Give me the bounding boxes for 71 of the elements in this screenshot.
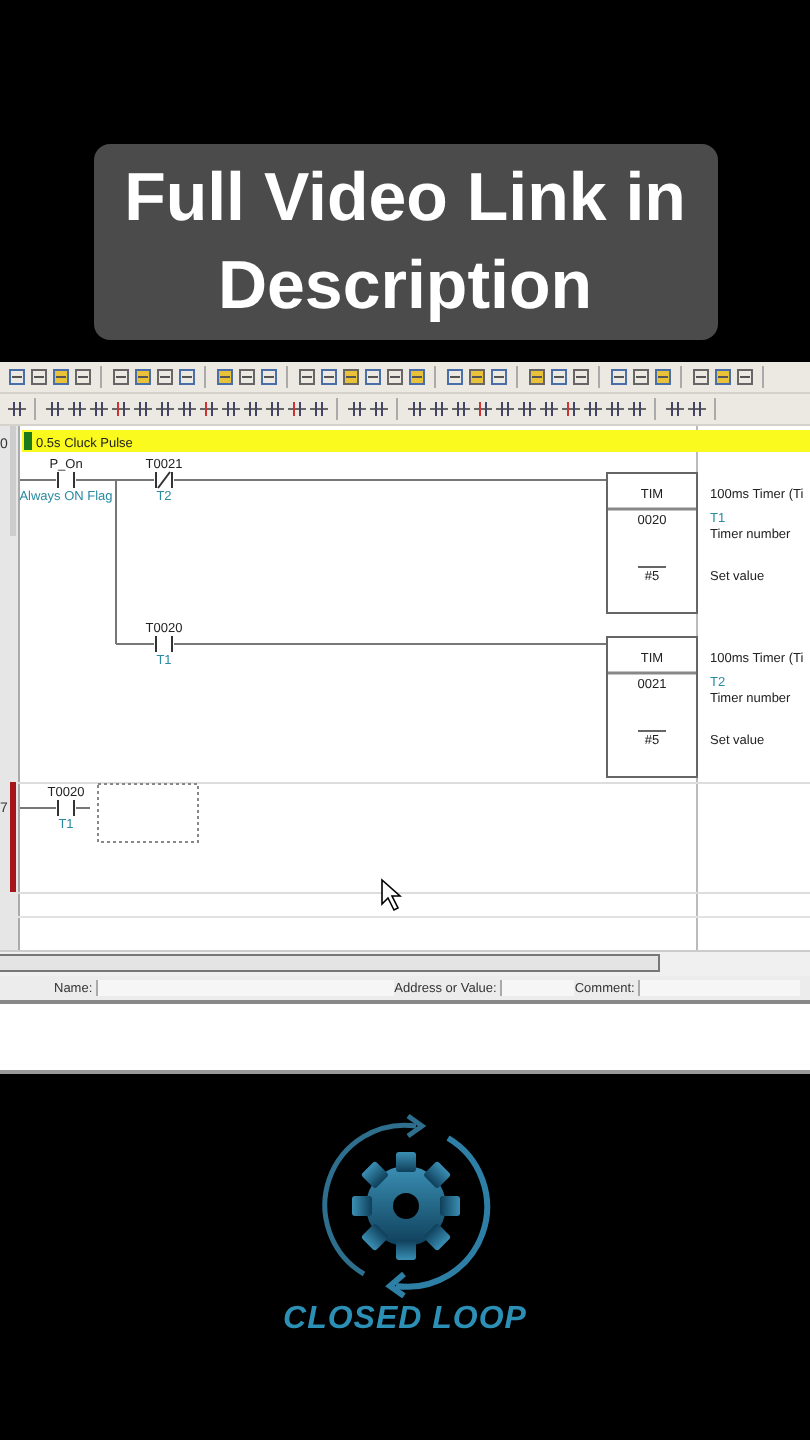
toolbar-button[interactable] bbox=[548, 367, 568, 387]
toolbar-button[interactable] bbox=[734, 367, 754, 387]
toolbar-button[interactable] bbox=[154, 399, 174, 419]
toolbar-button[interactable] bbox=[110, 367, 130, 387]
toolbar-button[interactable] bbox=[368, 399, 388, 419]
toolbar-button[interactable] bbox=[686, 399, 706, 419]
toolbar-button[interactable] bbox=[538, 399, 558, 419]
toolbar-button[interactable] bbox=[608, 367, 628, 387]
toolbar-button[interactable] bbox=[472, 399, 492, 419]
toolbar-button[interactable] bbox=[242, 399, 262, 419]
toolbar-button[interactable] bbox=[6, 367, 26, 387]
toolbar-button[interactable] bbox=[516, 399, 536, 419]
toolbar-button[interactable] bbox=[526, 367, 546, 387]
toolbar-button[interactable] bbox=[132, 367, 152, 387]
toolbar-button[interactable] bbox=[286, 399, 306, 419]
toolbar-button[interactable] bbox=[44, 399, 64, 419]
timer-block[interactable] bbox=[606, 636, 698, 778]
toolbar-button[interactable] bbox=[198, 399, 218, 419]
toolbar-button[interactable] bbox=[318, 367, 338, 387]
toolbar-button[interactable] bbox=[72, 367, 92, 387]
toolbar-button[interactable] bbox=[560, 399, 580, 419]
toolbar-button[interactable] bbox=[604, 399, 624, 419]
toolbar-button[interactable] bbox=[626, 399, 646, 419]
toolbar-button[interactable] bbox=[690, 367, 710, 387]
toolbar-button[interactable] bbox=[384, 367, 404, 387]
toolbar-button[interactable] bbox=[264, 399, 284, 419]
toolbar-button[interactable] bbox=[220, 399, 240, 419]
toolbar-button[interactable] bbox=[406, 367, 426, 387]
toolbar-button[interactable] bbox=[630, 367, 650, 387]
toolbar-button[interactable] bbox=[362, 367, 382, 387]
banner-text: Description bbox=[217, 246, 593, 328]
input-field[interactable] bbox=[500, 980, 575, 996]
contact-symbol[interactable] bbox=[154, 471, 174, 489]
toolbar-button[interactable] bbox=[582, 399, 602, 419]
mouse-cursor-icon bbox=[381, 878, 403, 912]
toolbar-button[interactable] bbox=[236, 367, 256, 387]
toolbar-button[interactable] bbox=[428, 399, 448, 419]
toolbar-button[interactable] bbox=[712, 367, 732, 387]
input-field[interactable] bbox=[638, 980, 801, 996]
toolbar-button[interactable] bbox=[6, 399, 26, 419]
toolbar-button[interactable] bbox=[652, 367, 672, 387]
toolbar-button[interactable] bbox=[28, 367, 48, 387]
toolbar-button[interactable] bbox=[450, 399, 470, 419]
toolbar-button[interactable] bbox=[346, 399, 366, 419]
toolbar-button[interactable] bbox=[664, 399, 684, 419]
toolbar-button[interactable] bbox=[176, 399, 196, 419]
toolbar-button[interactable] bbox=[214, 367, 234, 387]
toolbar-button[interactable] bbox=[340, 367, 360, 387]
toolbar-button[interactable] bbox=[296, 367, 316, 387]
input-field[interactable] bbox=[96, 980, 395, 996]
scrollbar-thumb[interactable] bbox=[0, 954, 660, 972]
toolbar-button[interactable] bbox=[488, 367, 508, 387]
toolbar-button[interactable] bbox=[88, 399, 108, 419]
logo-text: CLOSED LOOP bbox=[283, 1302, 527, 1338]
toolbar-button[interactable] bbox=[494, 399, 514, 419]
toolbar-button[interactable] bbox=[50, 367, 70, 387]
toolbar-button[interactable] bbox=[132, 399, 152, 419]
toolbar-button[interactable] bbox=[466, 367, 486, 387]
toolbar-button[interactable] bbox=[176, 367, 196, 387]
cursor-box[interactable] bbox=[97, 783, 199, 843]
banner-text: Full Video Link in bbox=[124, 158, 686, 240]
toolbar-button[interactable] bbox=[406, 399, 426, 419]
toolbar-button[interactable] bbox=[258, 367, 278, 387]
timer-block[interactable] bbox=[606, 472, 698, 614]
toolbar-button[interactable] bbox=[570, 367, 590, 387]
wire bbox=[19, 807, 91, 809]
toolbar-button[interactable] bbox=[110, 399, 130, 419]
toolbar-button[interactable] bbox=[154, 367, 174, 387]
toolbar-button[interactable] bbox=[308, 399, 328, 419]
toolbar-button[interactable] bbox=[444, 367, 464, 387]
toolbar-button[interactable] bbox=[66, 399, 86, 419]
